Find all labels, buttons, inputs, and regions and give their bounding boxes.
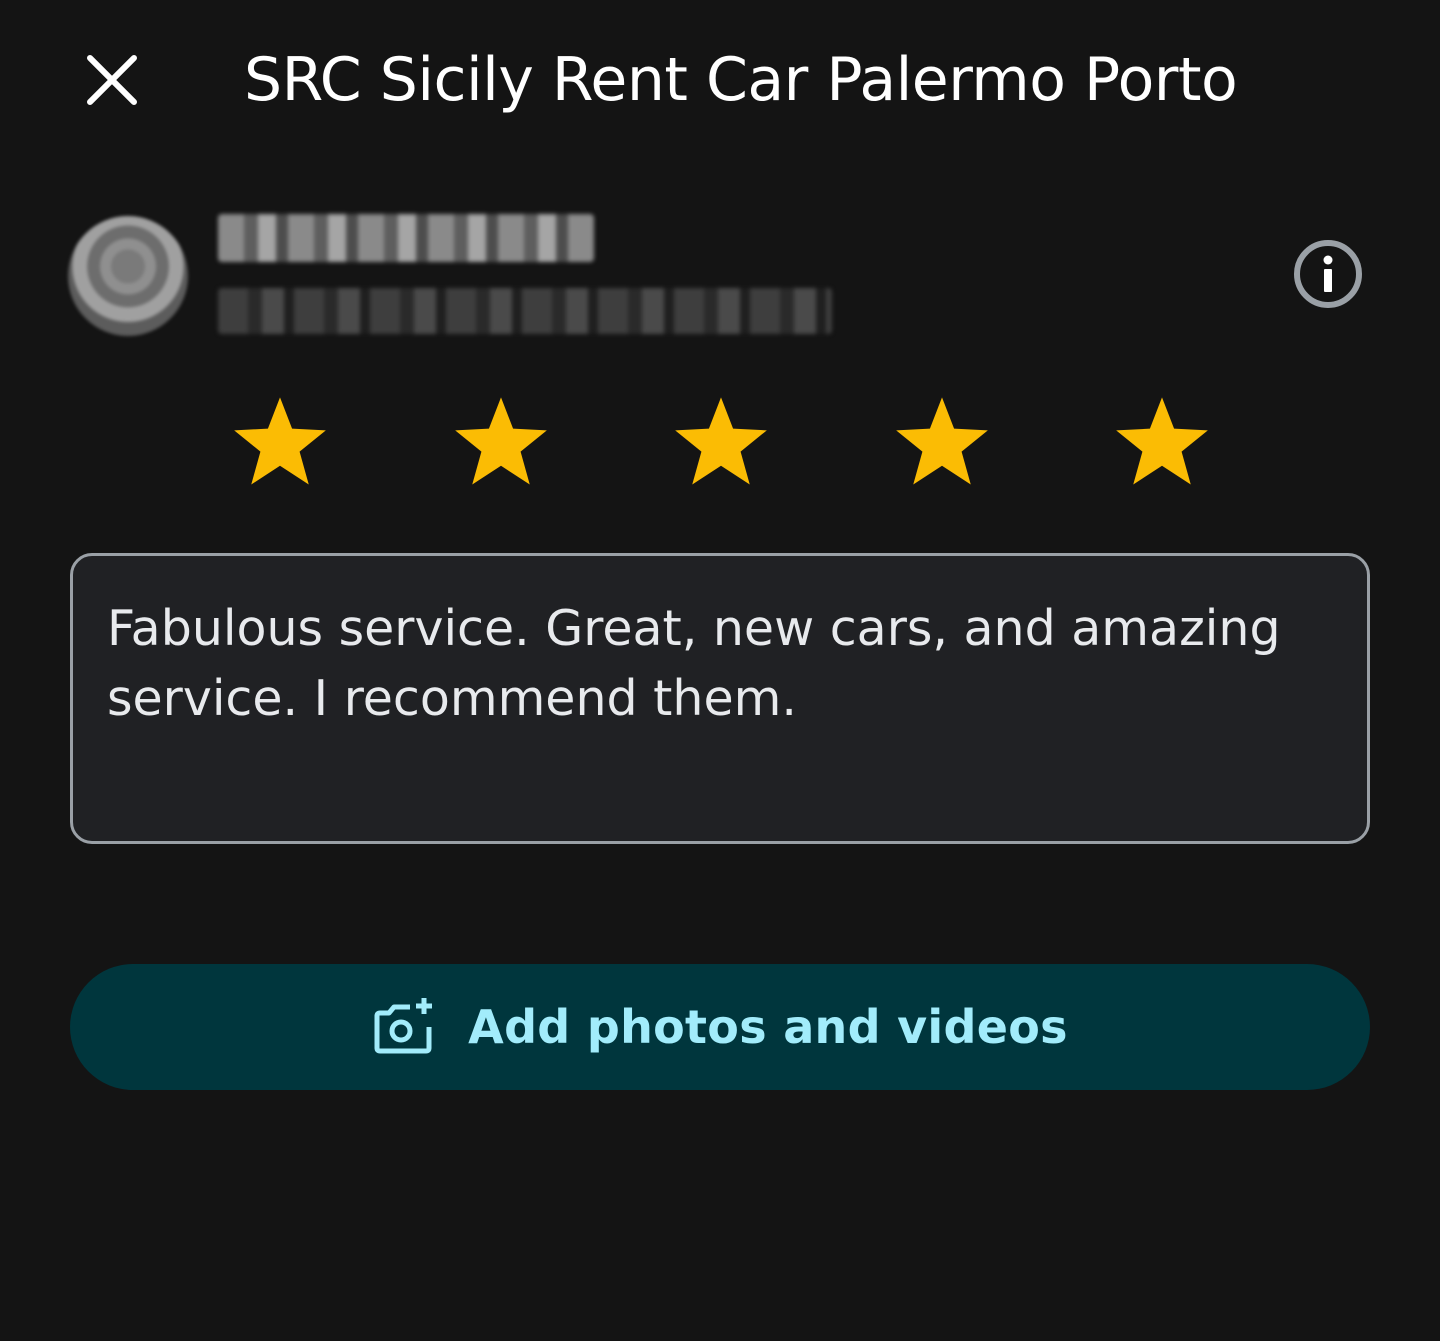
add-photos-button[interactable]: Add photos and videos (70, 964, 1370, 1090)
star-4[interactable] (888, 388, 996, 496)
star-3[interactable] (667, 388, 775, 496)
star-icon (895, 397, 988, 485)
user-subtitle (218, 288, 832, 334)
star-5[interactable] (1108, 388, 1216, 496)
review-dialog: SRC Sicily Rent Car Palermo Porto Fabulo… (0, 0, 1440, 1341)
add-photo-icon (372, 994, 438, 1060)
add-photos-label: Add photos and videos (468, 1000, 1068, 1054)
info-button[interactable] (1290, 236, 1366, 312)
close-button[interactable] (74, 42, 150, 118)
star-1[interactable] (226, 388, 334, 496)
review-text: Fabulous service. Great, new cars, and a… (107, 600, 1281, 727)
star-icon (234, 397, 326, 485)
info-icon (1294, 240, 1362, 308)
user-name (218, 214, 594, 262)
close-icon (87, 55, 137, 105)
avatar (68, 216, 188, 336)
page-title: SRC Sicily Rent Car Palermo Porto (244, 45, 1238, 115)
star-icon (675, 397, 767, 485)
star-rating (226, 388, 1216, 496)
review-text-field[interactable]: Fabulous service. Great, new cars, and a… (70, 553, 1370, 844)
star-2[interactable] (447, 388, 555, 496)
star-icon (1116, 397, 1208, 485)
star-icon (454, 397, 547, 485)
